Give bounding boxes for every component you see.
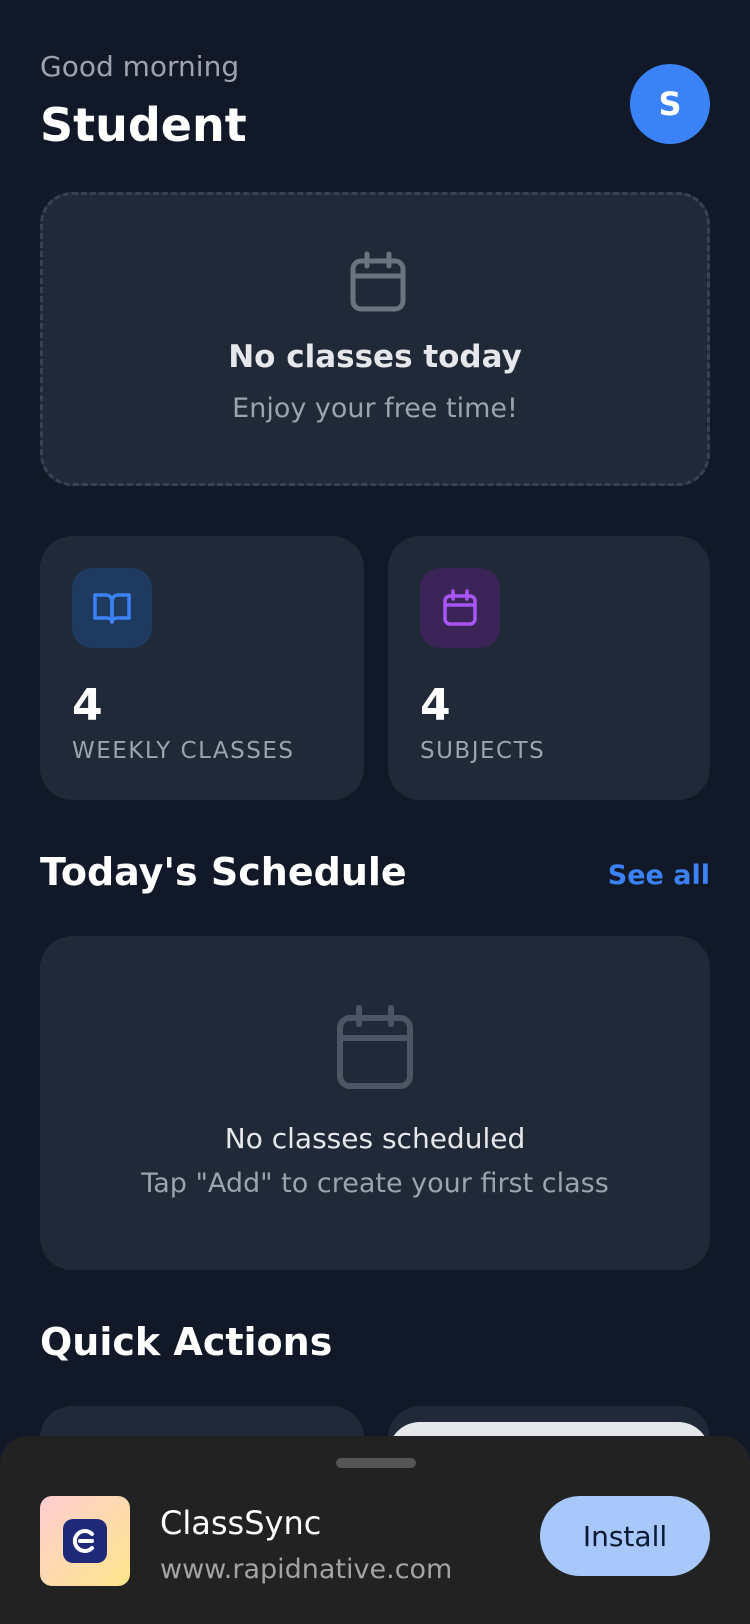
greeting-text: Good morning (40, 50, 240, 83)
hero-title: No classes today (228, 339, 522, 375)
stat-value: 4 (72, 680, 103, 731)
schedule-empty-title: No classes scheduled (224, 1122, 526, 1155)
calendar-icon (350, 251, 406, 312)
app-icon (40, 1496, 130, 1586)
stat-value: 4 (420, 680, 451, 731)
sheet-drag-handle[interactable] (336, 1458, 416, 1468)
schedule-empty-subtitle: Tap "Add" to create your first class (141, 1168, 609, 1199)
user-name-heading: Student (40, 98, 247, 152)
stat-label: WEEKLY CLASSES (72, 738, 295, 764)
install-app-banner: ClassSync www.rapidnative.com Install (0, 1436, 750, 1624)
stat-icon-container (420, 568, 500, 648)
schedule-section-title: Today's Schedule (40, 850, 407, 894)
hero-subtitle: Enjoy your free time! (232, 393, 518, 424)
home-screen: Good morning Student S No classes today … (0, 0, 750, 1624)
quick-actions-title: Quick Actions (40, 1320, 333, 1364)
stat-icon-container (72, 568, 152, 648)
no-classes-today-card: No classes today Enjoy your free time! (40, 192, 710, 486)
stat-card-weekly-classes[interactable]: 4 WEEKLY CLASSES (40, 536, 364, 800)
calendar-icon (443, 589, 477, 626)
avatar[interactable]: S (630, 64, 710, 144)
calendar-icon (337, 1005, 413, 1089)
see-all-link[interactable]: See all (608, 860, 710, 891)
stat-card-subjects[interactable]: 4 SUBJECTS (388, 536, 710, 800)
app-name: ClassSync (160, 1504, 322, 1542)
app-url: www.rapidnative.com (160, 1554, 453, 1585)
schedule-empty-card: No classes scheduled Tap "Add" to create… (40, 936, 710, 1270)
book-open-icon (93, 593, 131, 624)
install-button[interactable]: Install (540, 1496, 710, 1576)
stat-label: SUBJECTS (420, 738, 546, 764)
app-logo-icon (63, 1519, 107, 1563)
